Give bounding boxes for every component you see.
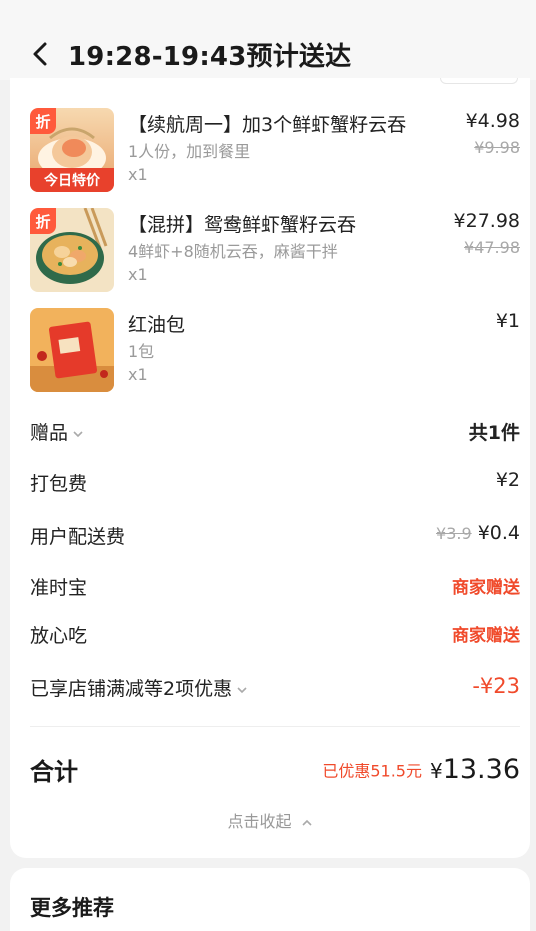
item-quantity: x1	[128, 265, 148, 284]
item-price: ¥27.98	[453, 210, 520, 232]
collapse-button[interactable]: 点击收起	[10, 808, 530, 832]
recommendations-title: 更多推荐	[30, 896, 114, 920]
today-special-label: 今日特价	[44, 173, 100, 189]
item-thumbnail: 折 今日特价	[30, 108, 114, 192]
chevron-left-icon	[33, 42, 47, 66]
food-safety-value: 商家赠送	[452, 626, 520, 646]
item-name: 【混拼】鸳鸯鲜虾蟹籽云吞	[128, 214, 357, 236]
chevron-down-icon	[73, 430, 83, 437]
item-price: ¥1	[495, 310, 520, 332]
item-quantity: x1	[128, 165, 148, 184]
discount-label-text: 已享店铺满减等2项优惠	[30, 678, 233, 700]
item-name: 【续航周一】加3个鲜虾蟹籽云吞	[128, 114, 407, 136]
delivery-time-title: 19:28-19:43预计送达	[68, 42, 352, 72]
delivery-fee-value: ¥3.9 ¥0.4	[436, 522, 520, 544]
total-amount-value: 13.36	[442, 754, 520, 785]
currency-symbol: ¥	[429, 759, 443, 783]
discount-row[interactable]: 已享店铺满减等2项优惠 -¥23	[30, 674, 520, 704]
back-button[interactable]	[28, 40, 52, 68]
delivery-fee-original: ¥3.9	[436, 524, 472, 543]
order-item[interactable]: 折 今日特价 【续航周一】加3个鲜虾蟹籽云吞 1人份，加到餐里 x1 ¥4.98…	[30, 108, 520, 198]
item-price: ¥4.98	[465, 110, 520, 132]
ontime-guarantee-label: 准时宝	[30, 577, 88, 599]
food-safety-row: 放心吃 商家赠送	[30, 621, 520, 651]
gift-label-text: 赠品	[30, 422, 69, 444]
item-spec: 1包	[128, 342, 155, 361]
packing-fee-label: 打包费	[30, 473, 88, 495]
divider	[30, 726, 520, 727]
packing-fee-value: ¥2	[495, 469, 520, 491]
chili-oil-pack-image	[30, 308, 114, 392]
total-summary: 已优惠51.5元 ¥13.36	[322, 754, 520, 785]
gift-label: 赠品	[30, 418, 84, 445]
item-original-price: ¥9.98	[474, 138, 520, 157]
gift-count: 共1件	[468, 422, 520, 444]
total-saved: 已优惠51.5元	[322, 761, 422, 781]
discount-badge: 折	[30, 108, 56, 134]
gift-row[interactable]: 赠品 共1件	[30, 418, 520, 448]
delivery-fee-label: 用户配送费	[30, 526, 126, 548]
packing-fee-row: 打包费 ¥2	[30, 469, 520, 499]
discount-badge: 折	[30, 208, 56, 234]
item-quantity: x1	[128, 365, 148, 384]
total-label: 合计	[30, 758, 78, 786]
ontime-guarantee-value: 商家赠送	[452, 578, 520, 598]
discount-label: 已享店铺满减等2项优惠	[30, 674, 248, 701]
total-amount: ¥13.36	[430, 754, 520, 785]
order-item[interactable]: 折 【混拼】鸳鸯鲜虾蟹籽云吞 4鲜虾+8随机云吞，麻酱干拌 x1 ¥27.98 …	[30, 208, 520, 298]
chevron-down-icon	[237, 686, 247, 693]
ontime-guarantee-row: 准时宝 商家赠送	[30, 573, 520, 603]
item-spec: 1人份，加到餐里	[128, 142, 251, 161]
top-bar: 19:28-19:43预计送达	[0, 0, 536, 80]
card-tab-edge	[440, 78, 518, 84]
order-item[interactable]: 红油包 1包 x1 ¥1	[30, 308, 520, 398]
delivery-fee-current: ¥0.4	[477, 522, 520, 544]
collapse-label: 点击收起	[227, 812, 292, 831]
recommendations-card: 更多推荐	[10, 868, 530, 931]
chevron-up-icon	[301, 819, 312, 826]
delivery-fee-row: 用户配送费 ¥3.9 ¥0.4	[30, 522, 520, 552]
item-name: 红油包	[128, 314, 186, 336]
item-spec: 4鲜虾+8随机云吞，麻酱干拌	[128, 242, 338, 261]
discount-value: -¥23	[472, 674, 520, 698]
item-original-price: ¥47.98	[464, 238, 520, 257]
order-summary-card: 折 今日特价 【续航周一】加3个鲜虾蟹籽云吞 1人份，加到餐里 x1 ¥4.98…	[10, 78, 530, 858]
food-safety-label: 放心吃	[30, 625, 88, 647]
item-thumbnail: 折	[30, 208, 114, 292]
item-thumbnail	[30, 308, 114, 392]
